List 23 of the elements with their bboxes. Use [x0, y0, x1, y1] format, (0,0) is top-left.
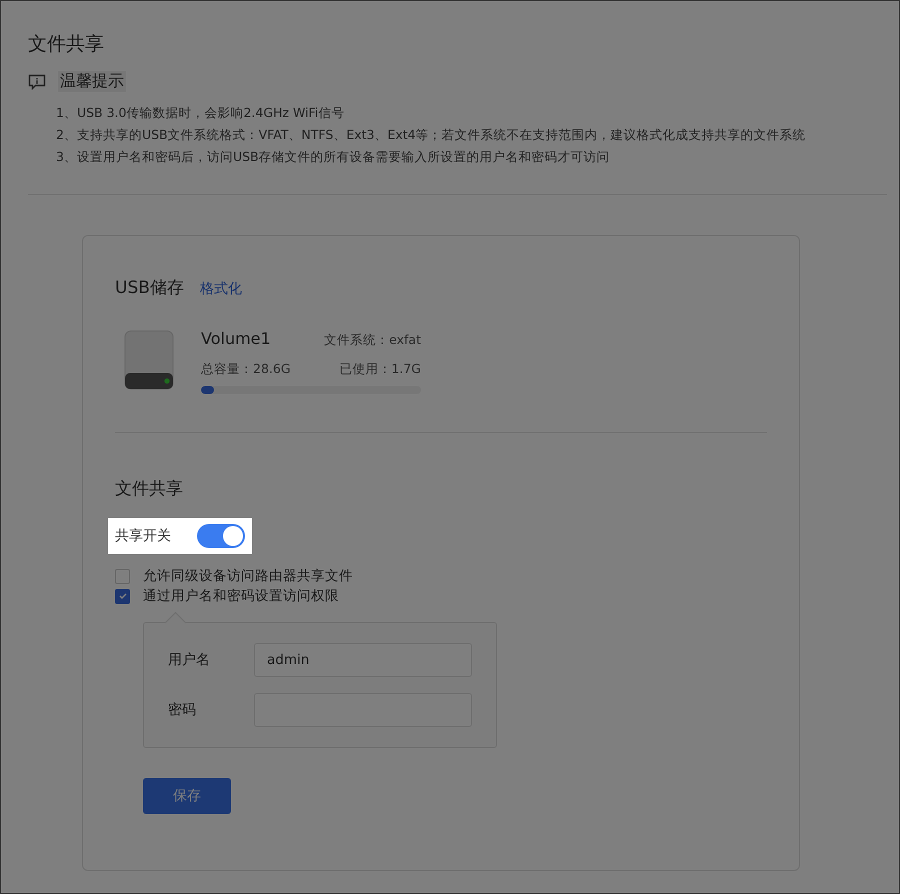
share-toggle[interactable] — [197, 524, 245, 548]
page-title: 文件共享 — [28, 32, 105, 57]
field-label: 密码 — [168, 701, 197, 719]
capacity-text: 总容量：28.6G — [201, 361, 291, 378]
info-icon — [28, 74, 46, 90]
volume-name: Volume1 — [201, 329, 271, 348]
used-text: 已使用：1.7G — [339, 361, 421, 378]
check-icon — [118, 591, 128, 601]
username-field[interactable]: admin — [254, 643, 472, 677]
save-button[interactable]: 保存 — [143, 778, 231, 814]
switch-label: 共享开关 — [115, 527, 171, 545]
section-title: 文件共享 — [115, 478, 184, 500]
option-label: 允许同级设备访问路由器共享文件 — [143, 567, 353, 585]
field-label: 用户名 — [168, 651, 211, 669]
checkbox[interactable] — [115, 588, 130, 604]
option-label: 通过用户名和密码设置访问权限 — [143, 587, 339, 605]
tip-text: 3、设置用户名和密码后，访问USB存储文件的所有设备需要输入所设置的用户名和密码才可访问 — [56, 148, 611, 166]
filesystem-text: 文件系统：exfat — [324, 332, 421, 349]
tip-text: 2、支持共享的USB文件系统格式：VFAT、NTFS、Ext3、Ext4等；若文件系统不在支持范围内，建议格式化成支持共享的文件系统 — [56, 126, 807, 144]
section-title: USB储存 — [115, 277, 184, 299]
tips-title: 温馨提示 — [58, 71, 126, 92]
format-link[interactable]: 格式化 — [200, 280, 242, 298]
tip-text: 1、USB 3.0传输数据时，会影响2.4GHz WiFi信号 — [56, 104, 346, 122]
